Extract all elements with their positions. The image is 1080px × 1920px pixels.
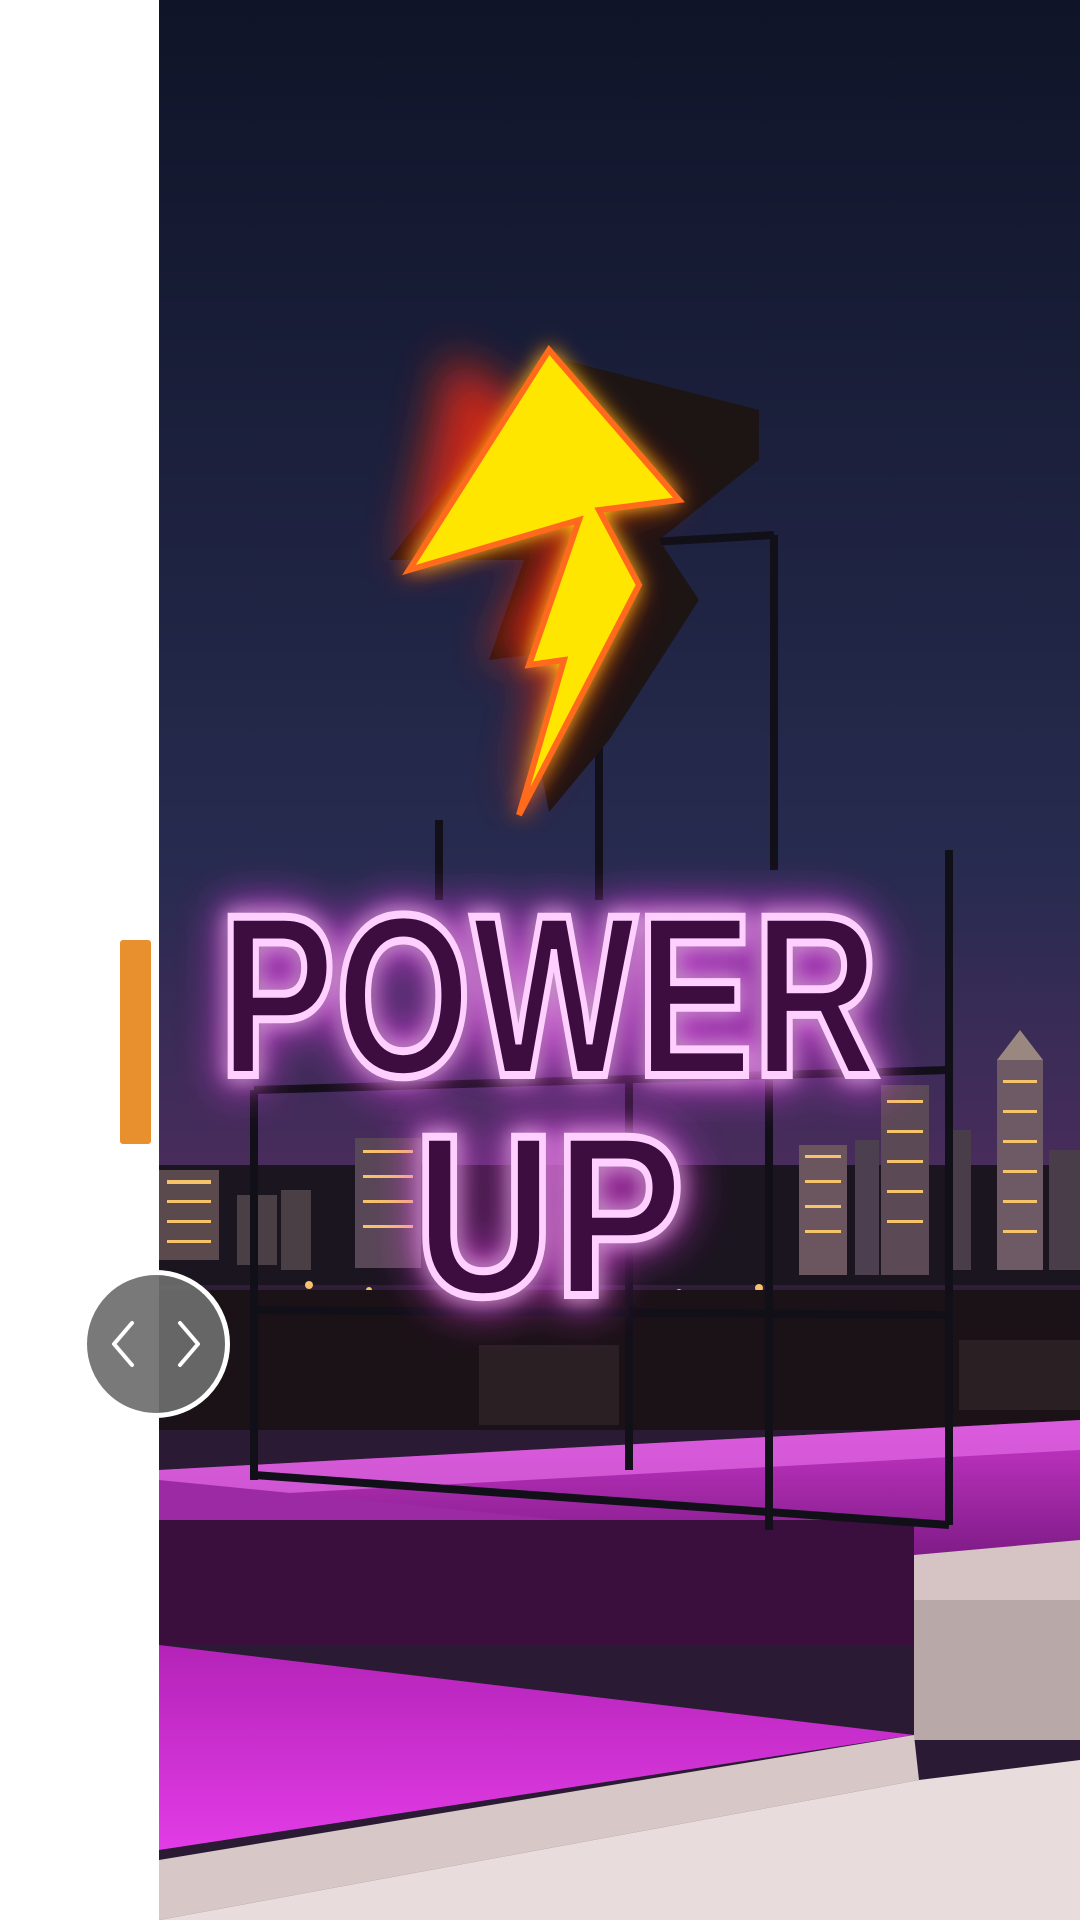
sign-line-power-core: POWER [219,867,879,1124]
neon-sign-photo: POWER POWER UP UP [159,0,1080,1920]
sign-line-up-core: UP [414,1087,684,1344]
chevron-right-icon [174,1319,204,1369]
compare-slider-handle[interactable] [82,1270,230,1418]
chevron-left-icon [108,1319,138,1369]
side-tab[interactable] [120,940,151,1144]
